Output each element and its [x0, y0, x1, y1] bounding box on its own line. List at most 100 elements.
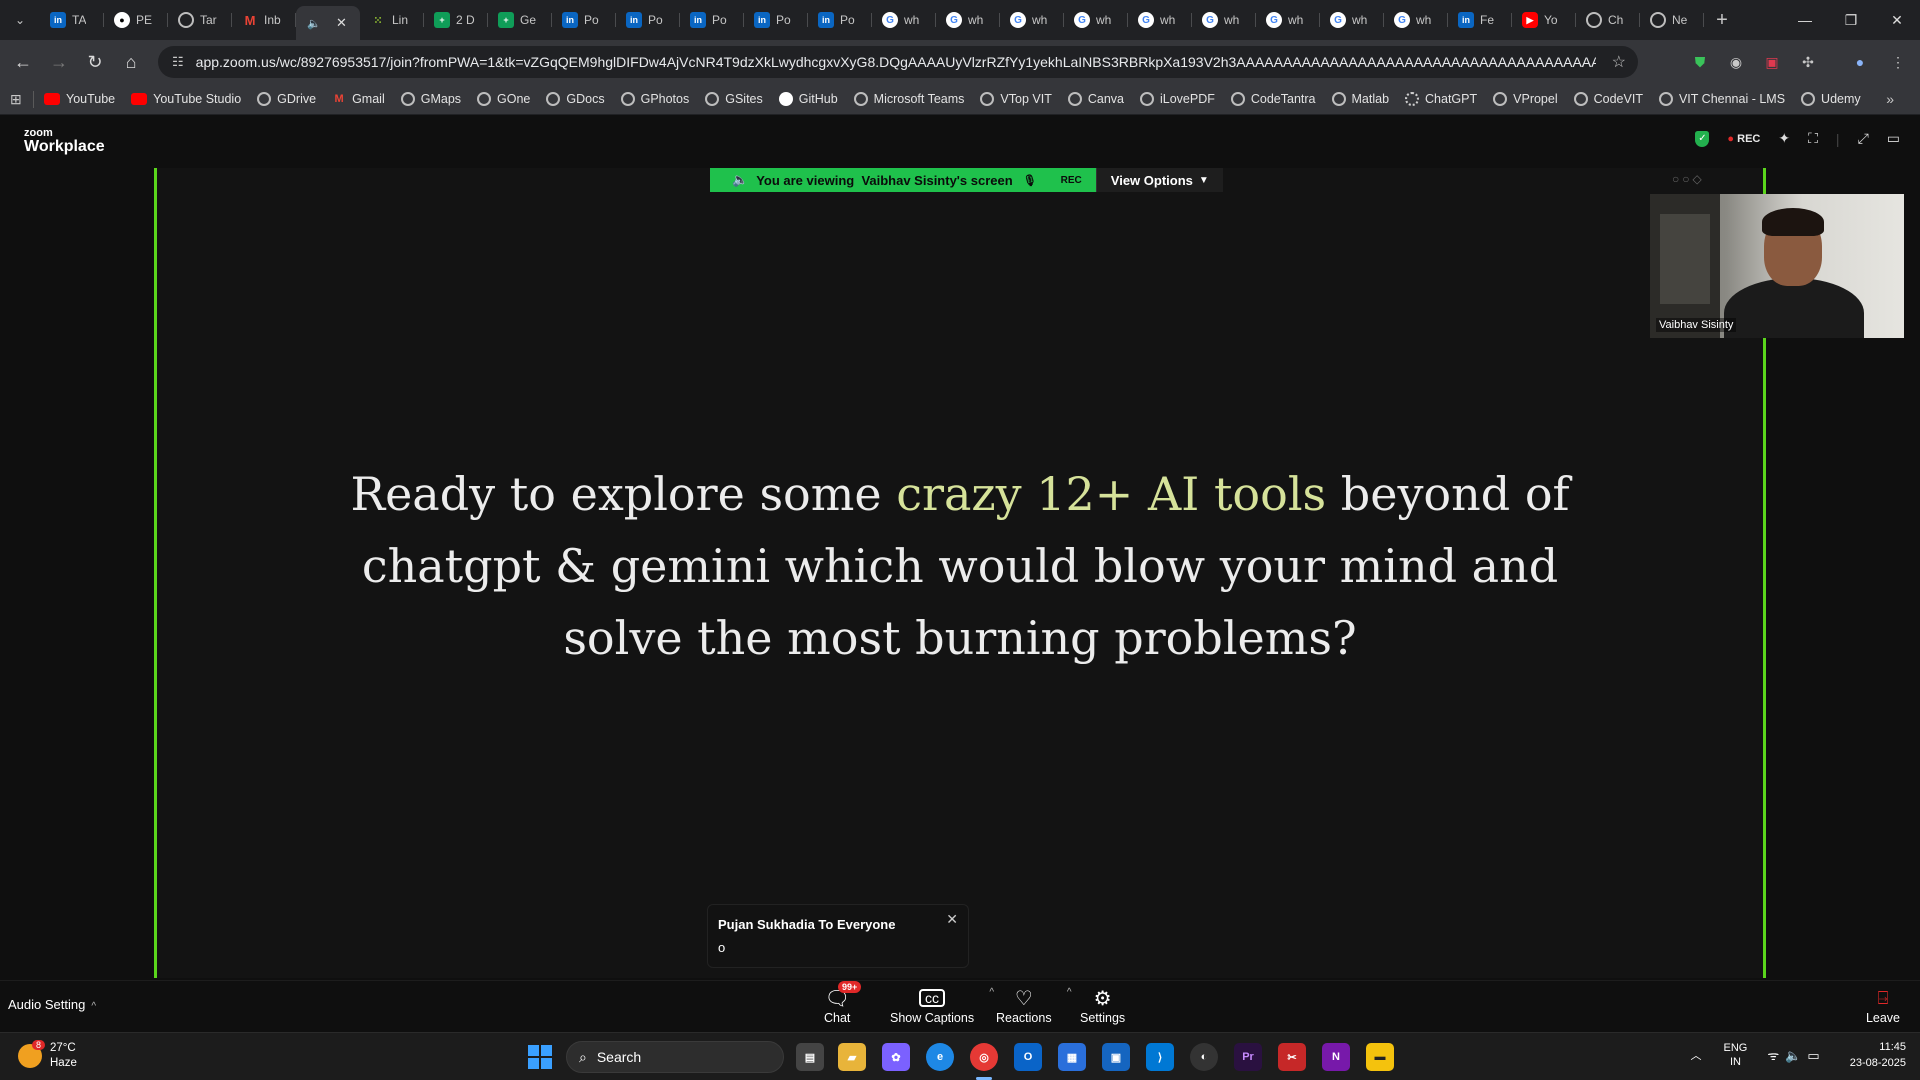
task-view-icon[interactable]: ▤ — [796, 1043, 824, 1071]
blue-app-icon[interactable]: ▣ — [1102, 1043, 1130, 1071]
bookmark-item[interactable]: Matlab — [1331, 92, 1389, 106]
bookmark-item[interactable]: GDrive — [257, 92, 316, 106]
browser-tab[interactable]: in Po — [616, 4, 680, 36]
settings-button[interactable]: ⚙ Settings — [1080, 985, 1125, 1026]
leave-button[interactable]: ⍈ Leave — [1866, 985, 1900, 1026]
microsoft-store-icon[interactable]: ▦ — [1058, 1043, 1086, 1071]
file-explorer-icon[interactable]: ▰ — [838, 1043, 866, 1071]
bookmark-item[interactable]: iLovePDF — [1139, 92, 1215, 106]
browser-tab[interactable]: Gwh — [1256, 4, 1320, 36]
snipping-tool-icon[interactable]: ✂ — [1278, 1043, 1306, 1071]
bookmark-star-icon[interactable]: ☆ — [1612, 52, 1626, 72]
participant-video-tile[interactable]: Vaibhav Sisinty — [1650, 194, 1904, 338]
gallery-dots-icon[interactable]: ○○◇ — [1672, 172, 1705, 186]
browser-tab[interactable]: in Po — [744, 4, 808, 36]
browser-tab[interactable]: 🔈 ✕ — [296, 6, 360, 40]
vscode-icon[interactable]: ⟩ — [1146, 1043, 1174, 1071]
browser-tab[interactable]: +2 D — [424, 4, 488, 36]
close-icon[interactable]: ✕ — [946, 911, 958, 928]
audio-setting-button[interactable]: Audio Setting ^ — [8, 997, 96, 1012]
browser-tab[interactable]: Tar — [168, 4, 232, 36]
copilot-icon[interactable]: ✿ — [882, 1043, 910, 1071]
bookmark-item[interactable]: CodeVIT — [1573, 92, 1643, 106]
bookmark-item[interactable]: M Gmail — [332, 92, 384, 106]
extensions-puzzle-icon[interactable]: ✣ — [1794, 48, 1822, 76]
home-button[interactable]: ⌂ — [114, 45, 148, 79]
bookmark-item[interactable]: ChatGPT — [1405, 92, 1477, 106]
focus-mode-icon[interactable]: ⛶ — [1808, 130, 1818, 147]
bookmark-item[interactable]: GOne — [477, 92, 530, 106]
caret-up-icon[interactable]: ^ — [1067, 987, 1072, 998]
browser-tab[interactable]: ⁙ Lin — [360, 4, 424, 36]
reactions-button[interactable]: ♡ Reactions ^ — [996, 985, 1072, 1025]
forward-button[interactable]: → — [42, 45, 76, 79]
bookmark-item[interactable]: YouTube — [44, 92, 115, 106]
camera-extension-icon[interactable]: ◉ — [1722, 48, 1750, 76]
chat-button[interactable]: 🗨 99+ Chat — [824, 981, 862, 1025]
browser-tab[interactable]: in Po — [680, 4, 744, 36]
browser-tab[interactable]: ▶ Yo — [1512, 4, 1576, 36]
shield-extension-icon[interactable]: ⛊ — [1686, 48, 1714, 76]
bookmark-item[interactable]: Canva — [1067, 92, 1124, 106]
bookmark-item[interactable]: GDocs — [546, 92, 605, 106]
ai-companion-icon[interactable]: ✦ — [1778, 130, 1790, 147]
browser-tab[interactable]: ● PE — [104, 4, 168, 36]
bookmark-item[interactable]: GPhotos — [620, 92, 689, 106]
tab-search-chevron-icon[interactable]: ⌄ — [6, 6, 34, 34]
show-captions-button[interactable]: cc Show Captions ^ — [890, 985, 994, 1025]
browser-tab[interactable]: Gwh — [1320, 4, 1384, 36]
bookmark-item[interactable]: GSites — [705, 92, 763, 106]
browser-tab[interactable]: in Fe — [1448, 4, 1512, 36]
outlook-icon[interactable]: O — [1014, 1043, 1042, 1071]
bookmark-item[interactable]: GitHub — [778, 92, 838, 106]
browser-tab[interactable]: Gwh — [872, 4, 936, 36]
view-layout-icon[interactable]: ▭ — [1887, 130, 1900, 147]
site-info-icon[interactable]: ☷ — [172, 54, 184, 70]
chrome-browser-icon[interactable]: ◎ — [970, 1043, 998, 1071]
browser-tab[interactable]: Ne — [1640, 4, 1704, 36]
bookmark-item[interactable]: YouTube Studio — [131, 92, 241, 106]
fullscreen-icon[interactable]: ⤢ — [1858, 130, 1869, 147]
github-desktop-icon[interactable]: ◐ — [1190, 1043, 1218, 1071]
bookmark-item[interactable]: GMaps — [400, 92, 461, 106]
browser-tab[interactable]: Gwh — [1000, 4, 1064, 36]
browser-tab[interactable]: + Ge — [488, 4, 552, 36]
minimize-button[interactable]: — — [1782, 0, 1828, 40]
chat-notification[interactable]: Pujan Sukhadia To Everyone o ✕ — [707, 904, 969, 968]
show-hidden-icons-icon[interactable]: ︿ — [1691, 1047, 1702, 1063]
taskbar-search[interactable]: ⌕ Search — [566, 1041, 784, 1073]
address-bar[interactable]: ☷ app.zoom.us/wc/89276953517/join?fromPW… — [158, 46, 1638, 78]
caret-up-icon[interactable]: ^ — [989, 987, 994, 998]
bookmark-item[interactable]: VIT Chennai - LMS — [1658, 92, 1785, 106]
start-button-windows-icon[interactable] — [528, 1045, 552, 1069]
browser-tab[interactable]: M Inb — [232, 4, 296, 36]
network-volume-battery-icons[interactable]: ᯤ🔈▭ — [1767, 1046, 1825, 1064]
browser-tab[interactable]: Gwh — [1128, 4, 1192, 36]
close-tab-icon[interactable]: ✕ — [336, 15, 347, 31]
browser-tab[interactable]: Ch — [1576, 4, 1640, 36]
new-tab-button[interactable]: + — [1708, 6, 1736, 34]
browser-tab[interactable]: Gwh — [1192, 4, 1256, 36]
browser-tab[interactable]: Gwh — [1384, 4, 1448, 36]
edge-browser-icon[interactable]: e — [926, 1043, 954, 1071]
back-button[interactable]: ← — [6, 45, 40, 79]
recording-indicator[interactable]: ● REC — [1727, 133, 1760, 145]
weather-widget[interactable]: 8 27°C Haze — [18, 1040, 77, 1071]
apps-grid-icon[interactable]: ⊞ — [10, 90, 34, 108]
sticky-notes-icon[interactable]: ▬ — [1366, 1043, 1394, 1071]
browser-tab[interactable]: in Po — [552, 4, 616, 36]
onenote-icon[interactable]: N — [1322, 1043, 1350, 1071]
url-text[interactable]: app.zoom.us/wc/89276953517/join?fromPWA=… — [196, 54, 1596, 70]
profile-avatar[interactable]: ● — [1846, 48, 1874, 76]
bookmarks-overflow-icon[interactable]: » — [1886, 91, 1894, 107]
view-options-button[interactable]: View Options ▼ — [1095, 168, 1223, 192]
premiere-pro-icon[interactable]: Pr — [1234, 1043, 1262, 1071]
restore-button[interactable]: ❐ — [1828, 0, 1874, 40]
close-window-button[interactable]: ✕ — [1874, 0, 1920, 40]
clock[interactable]: 11:45 23-08-2025 — [1850, 1039, 1906, 1071]
encryption-shield-icon[interactable]: ✓ — [1695, 130, 1710, 147]
browser-tab[interactable]: in TA — [40, 4, 104, 36]
bookmark-item[interactable]: VTop VIT — [980, 92, 1052, 106]
browser-menu-icon[interactable]: ⋮ — [1884, 48, 1912, 76]
browser-tab[interactable]: in Po — [808, 4, 872, 36]
